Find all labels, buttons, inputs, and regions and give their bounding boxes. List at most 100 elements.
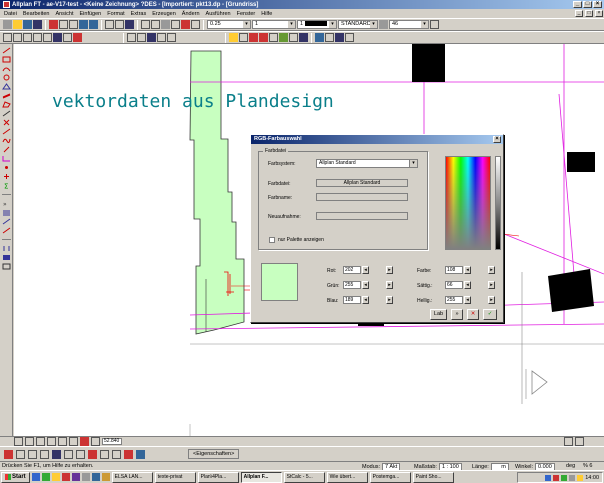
move-icon[interactable]: [115, 20, 124, 29]
menu-datei[interactable]: Datei: [4, 11, 17, 17]
edit-tool-icon[interactable]: [73, 33, 82, 42]
layer-prop-icon[interactable]: [40, 449, 49, 459]
hatch-tool-icon[interactable]: [43, 33, 52, 42]
arc-tool-icon[interactable]: [23, 33, 32, 42]
check-prop-icon[interactable]: [124, 449, 133, 459]
neuaufnahme-field[interactable]: [316, 212, 408, 220]
cancel-button[interactable]: ✕: [467, 309, 479, 320]
doc-close-button[interactable]: ×: [595, 10, 603, 17]
pen-tool-icon[interactable]: [127, 33, 136, 42]
task-allplan[interactable]: Allplan F...: [240, 471, 282, 483]
helligkeit-input[interactable]: 255: [445, 296, 463, 304]
view-window-icon[interactable]: [91, 437, 100, 446]
undo-icon[interactable]: [79, 20, 88, 29]
view-settings-icon[interactable]: [575, 437, 584, 446]
palette-checkbox[interactable]: [269, 237, 275, 243]
view-icon[interactable]: [315, 33, 324, 42]
pen-prop-icon[interactable]: [4, 449, 13, 459]
list-icon[interactable]: [2, 209, 11, 216]
menu-fenster[interactable]: Fenster: [237, 11, 256, 17]
pattern-icon[interactable]: [259, 33, 268, 42]
task-wie-uebert[interactable]: Wie übert...: [326, 471, 368, 483]
help-icon[interactable]: [181, 20, 190, 29]
fillet-icon[interactable]: [2, 155, 11, 162]
ok-button[interactable]: ✓: [483, 309, 497, 320]
triangle-draw-icon[interactable]: [1, 83, 11, 90]
offset-icon[interactable]: [2, 128, 11, 135]
fill-prop-icon[interactable]: [88, 449, 97, 459]
dimension-tool-icon[interactable]: [53, 33, 62, 42]
extra-icon[interactable]: [430, 20, 439, 29]
print-icon[interactable]: [33, 20, 42, 29]
zoom-combo[interactable]: 46: [389, 20, 429, 29]
farbe-decrease-button[interactable]: ◂: [464, 266, 471, 274]
menu-erzeugen[interactable]: Erzeugen: [152, 11, 176, 17]
blau-increase-button[interactable]: ▸: [386, 296, 393, 304]
redo-icon[interactable]: [89, 20, 98, 29]
arc-draw-icon[interactable]: [2, 65, 11, 72]
quicklaunch-mail-icon[interactable]: [91, 473, 100, 481]
trim-icon[interactable]: [2, 146, 11, 153]
view-prev-icon[interactable]: [58, 437, 67, 446]
dialog-close-button[interactable]: ×: [493, 136, 501, 143]
quicklaunch-folder-icon[interactable]: [51, 473, 60, 481]
mirror-icon[interactable]: [2, 245, 11, 252]
close-button[interactable]: ×: [593, 1, 602, 8]
sum-icon[interactable]: Σ: [2, 182, 11, 190]
folder-tool-icon[interactable]: [229, 33, 238, 42]
line-combo[interactable]: 1: [252, 20, 296, 29]
plus-icon[interactable]: [2, 173, 11, 180]
more-button[interactable]: »: [451, 309, 463, 320]
layer-icon[interactable]: [141, 20, 150, 29]
helligkeit-decrease-button[interactable]: ◂: [464, 296, 471, 304]
delete-icon[interactable]: [105, 20, 114, 29]
move-icon-left[interactable]: [2, 218, 11, 225]
area-prop-icon[interactable]: [112, 449, 121, 459]
text-tool-icon[interactable]: [33, 33, 42, 42]
quicklaunch-misc-icon[interactable]: [81, 473, 90, 481]
query-icon[interactable]: [125, 20, 134, 29]
maximize-button[interactable]: □: [583, 1, 592, 8]
save-icon[interactable]: [23, 20, 32, 29]
divide-icon[interactable]: [2, 110, 11, 117]
task-elsa-lan[interactable]: ELSA LAN...: [111, 471, 153, 483]
style-prop-icon[interactable]: [100, 449, 109, 459]
gruen-input[interactable]: 255: [343, 281, 361, 289]
task-stcalc[interactable]: StCalc - 5...: [283, 471, 325, 483]
color-spectrum[interactable]: [445, 156, 491, 250]
menu-extras[interactable]: Extras: [131, 11, 147, 17]
spline-icon[interactable]: [2, 137, 11, 144]
gruen-increase-button[interactable]: ▸: [386, 281, 393, 289]
tray-app-icon[interactable]: [561, 474, 568, 481]
view-zoom-in-icon[interactable]: [25, 437, 34, 446]
rotate-icon[interactable]: [2, 227, 11, 234]
line-tool-icon[interactable]: [3, 33, 12, 42]
cross-icon[interactable]: [2, 119, 11, 126]
window-icon[interactable]: [161, 20, 170, 29]
object-icon[interactable]: [299, 33, 308, 42]
task-paint-shop[interactable]: Paint Sho...: [412, 471, 454, 483]
view-redraw-icon[interactable]: [80, 437, 89, 446]
redraw-icon[interactable]: [171, 20, 180, 29]
polyline-tool-icon[interactable]: [13, 33, 22, 42]
minimize-button[interactable]: _: [573, 1, 582, 8]
menu-ausfuehren[interactable]: Ausführen: [206, 11, 231, 17]
more-icon[interactable]: »: [2, 200, 11, 207]
parallel-draw-icon[interactable]: [2, 92, 11, 99]
filter-icon[interactable]: [289, 33, 298, 42]
farbe-input[interactable]: 108: [445, 266, 463, 274]
blau-input[interactable]: 189: [343, 296, 361, 304]
rot-decrease-button[interactable]: ◂: [362, 266, 369, 274]
text-icon[interactable]: [2, 254, 11, 261]
gruen-decrease-button[interactable]: ◂: [362, 281, 369, 289]
symbol-tool-icon[interactable]: [63, 33, 72, 42]
doc-minimize-button[interactable]: _: [575, 10, 583, 17]
rot-input[interactable]: 202: [343, 266, 361, 274]
color-fill-icon[interactable]: [249, 33, 258, 42]
brightness-slider[interactable]: [495, 156, 501, 250]
render-icon[interactable]: [345, 33, 354, 42]
quicklaunch-app-icon[interactable]: [61, 473, 70, 481]
menu-format[interactable]: Format: [107, 11, 124, 17]
helligkeit-increase-button[interactable]: ▸: [488, 296, 495, 304]
task-plan[interactable]: Plan\4Pla...: [197, 471, 239, 483]
